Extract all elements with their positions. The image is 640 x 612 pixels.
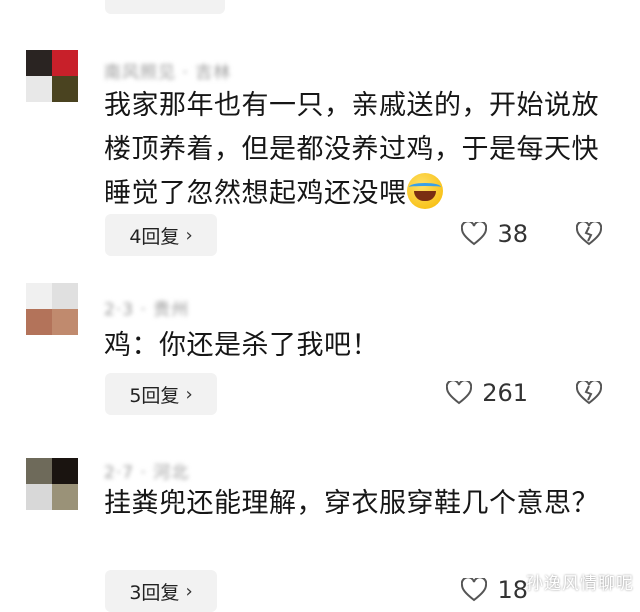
heart-icon: [446, 381, 473, 405]
comment-text: 我家那年也有一只，亲戚送的，开始说放楼顶养着，但是都没养过鸡，于是每天快睡觉了忽…: [104, 84, 604, 216]
heart-icon: [461, 578, 488, 602]
reply-button[interactable]: 4回复 ›: [105, 214, 217, 256]
like-button[interactable]: 261: [446, 379, 528, 407]
avatar-q3: [26, 309, 52, 335]
avatar-q1: [26, 50, 52, 76]
watermark: 孙逸风情聊呢: [526, 574, 634, 594]
avatar-q2: [52, 283, 78, 309]
comment-text: 鸡：你还是杀了我吧！: [104, 330, 379, 361]
avatar-q1: [26, 283, 52, 309]
avatar[interactable]: [26, 50, 78, 102]
broken-heart-icon[interactable]: [576, 381, 602, 405]
avatar-q3: [26, 484, 52, 510]
reply-label: 4回复: [129, 225, 180, 248]
avatar-q2: [52, 50, 78, 76]
avatar-q2: [52, 458, 78, 484]
comment-meta: 2·3 · 贵州: [104, 300, 190, 320]
chevron-right-icon: ›: [185, 383, 193, 405]
chevron-right-icon: ›: [185, 580, 193, 602]
avatar-q3: [26, 76, 52, 102]
avatar[interactable]: [26, 283, 78, 335]
reply-button[interactable]: 5回复 ›: [105, 373, 217, 415]
comment-text: 挂粪兜还能理解，穿衣服穿鞋几个意思？: [104, 488, 599, 519]
chevron-right-icon: ›: [185, 224, 193, 246]
avatar-q4: [52, 309, 78, 335]
like-count: 38: [497, 220, 528, 248]
previous-reply-button[interactable]: [105, 0, 225, 14]
avatar[interactable]: [26, 458, 78, 510]
avatar-q1: [26, 458, 52, 484]
comment-meta: 2·7 · 河北: [104, 463, 190, 483]
reply-label: 5回复: [129, 384, 180, 407]
rolling-laughing-emoji-icon: [406, 173, 443, 209]
like-count: 18: [497, 576, 528, 604]
avatar-q4: [52, 484, 78, 510]
like-button[interactable]: 18: [461, 576, 528, 604]
avatar-q4: [52, 76, 78, 102]
like-count: 261: [482, 379, 528, 407]
reply-label: 3回复: [129, 581, 180, 604]
broken-heart-icon[interactable]: [576, 222, 602, 246]
comment-text-content: 我家那年也有一只，亲戚送的，开始说放楼顶养着，但是都没养过鸡，于是每天快睡觉了忽…: [104, 90, 599, 209]
heart-icon: [461, 222, 488, 246]
comment-meta: 南风照见 · 吉林: [104, 63, 232, 83]
like-button[interactable]: 38: [461, 220, 528, 248]
